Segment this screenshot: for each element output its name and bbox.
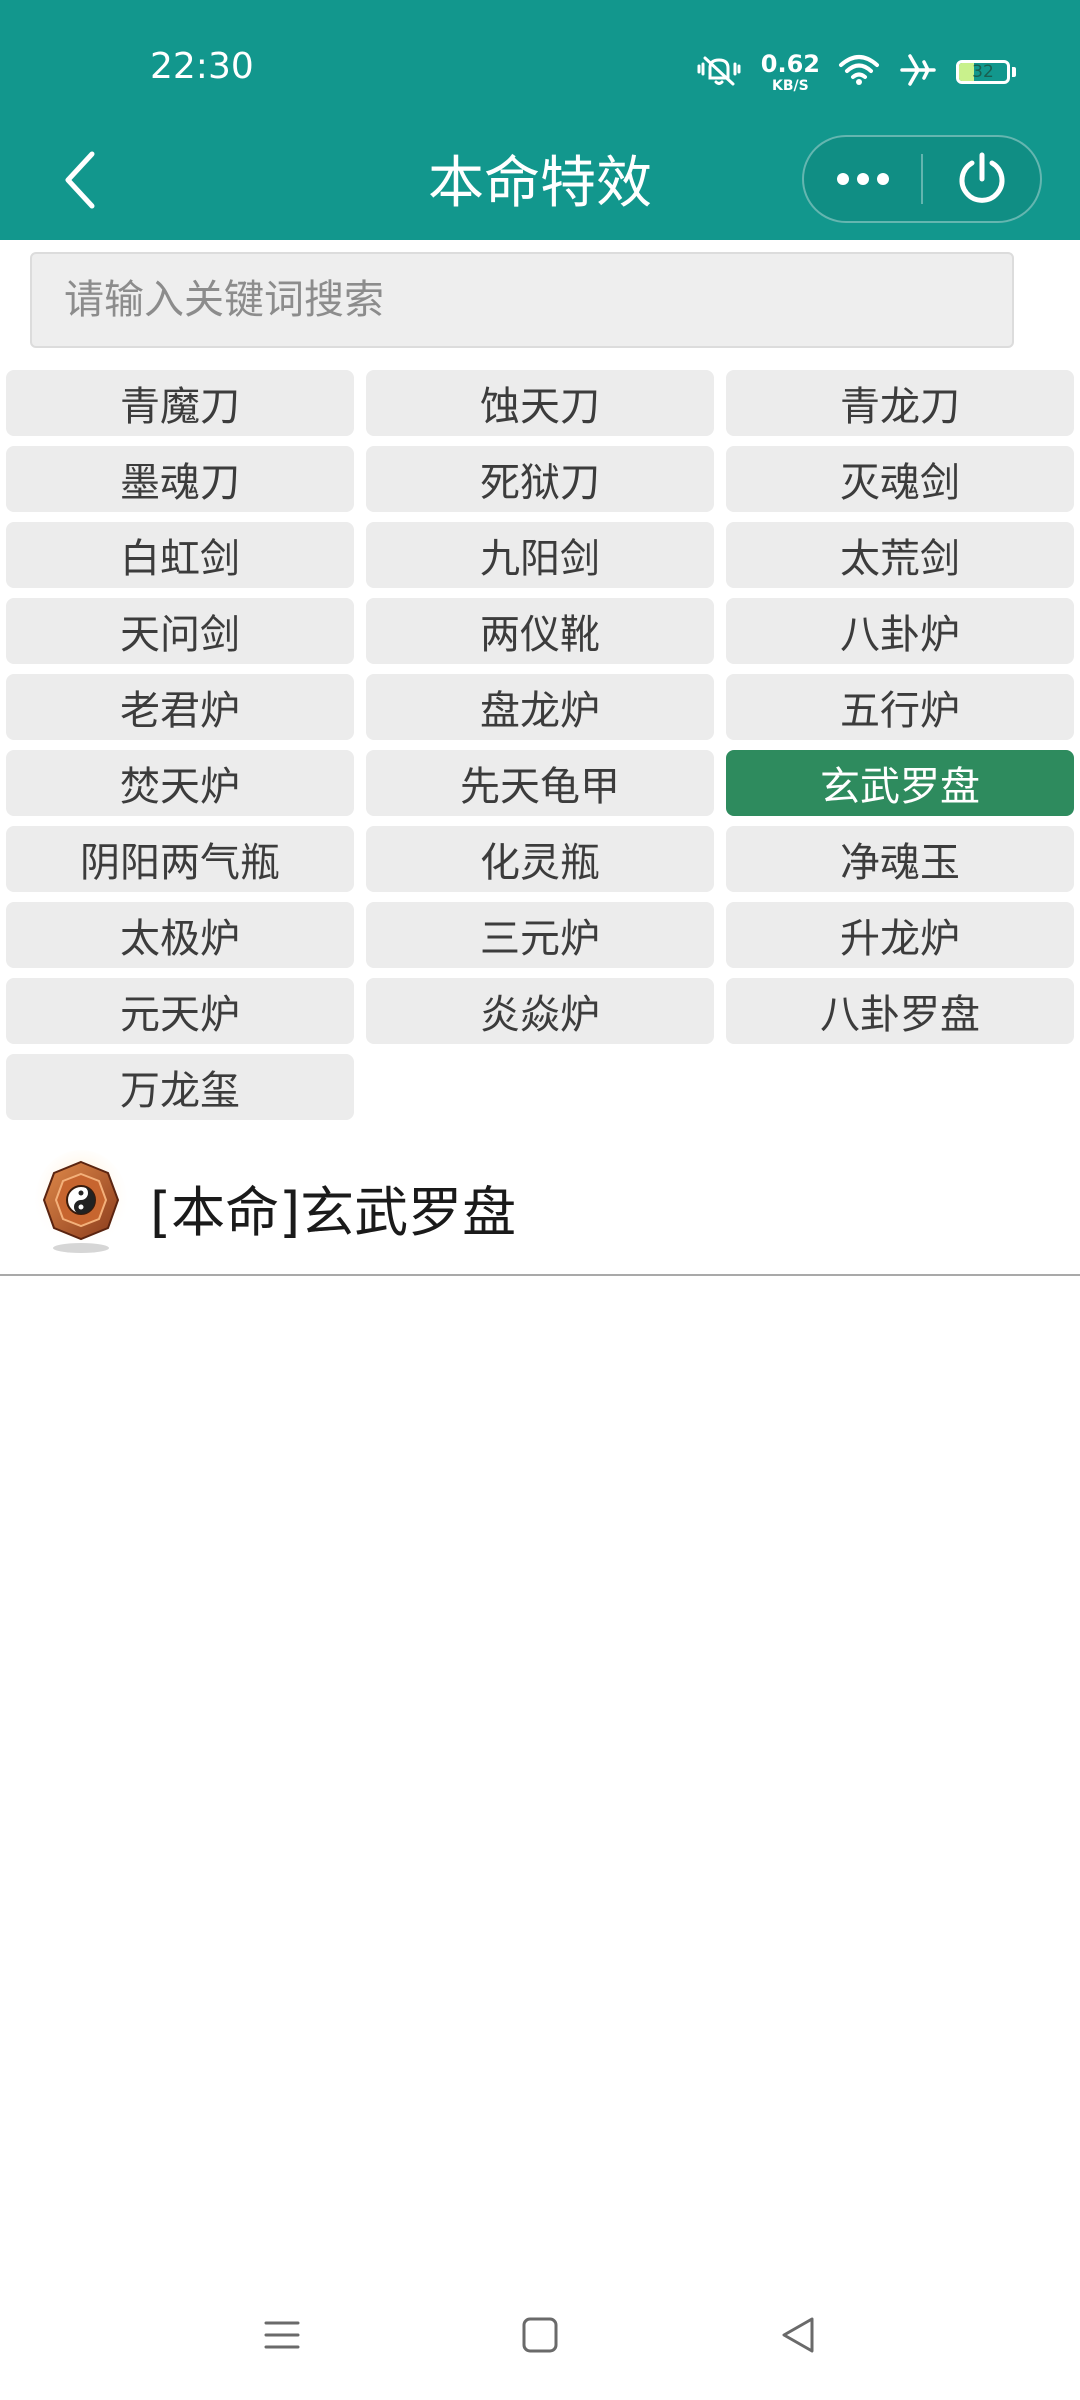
item-button[interactable]: 净魂玉	[726, 826, 1074, 892]
app-header: 22:30 0.62 KB/S 32 本命特效	[0, 0, 1080, 240]
net-speed-unit: KB/S	[772, 77, 809, 94]
mini-program-capsule	[802, 135, 1042, 223]
item-button[interactable]: 阴阳两气瓶	[6, 826, 354, 892]
mute-vibrate-icon	[695, 52, 743, 92]
battery-cap	[1012, 67, 1016, 77]
item-button[interactable]: 死狱刀	[366, 446, 714, 512]
item-button[interactable]: 灭魂剑	[726, 446, 1074, 512]
back-button[interactable]	[50, 140, 110, 220]
system-back-button[interactable]	[763, 2300, 833, 2370]
item-button[interactable]: 青龙刀	[726, 370, 1074, 436]
search-input[interactable]	[30, 252, 1014, 348]
status-time: 22:30	[150, 46, 254, 87]
home-icon	[522, 2317, 558, 2353]
back-icon	[782, 2317, 814, 2353]
net-speed-value: 0.62	[760, 49, 820, 78]
item-button[interactable]: 太极炉	[6, 902, 354, 968]
more-dots-icon	[836, 173, 889, 185]
item-button[interactable]: 墨魂刀	[6, 446, 354, 512]
item-button[interactable]: 三元炉	[366, 902, 714, 968]
item-button[interactable]: 万龙玺	[6, 1054, 354, 1120]
wifi-icon	[838, 53, 880, 91]
item-button[interactable]: 九阳剑	[366, 522, 714, 588]
item-button[interactable]: 天问剑	[6, 598, 354, 664]
item-button[interactable]: 老君炉	[6, 674, 354, 740]
item-button[interactable]: 蚀天刀	[366, 370, 714, 436]
chevron-left-icon	[65, 151, 95, 209]
compass-item-icon	[34, 1148, 128, 1258]
item-button[interactable]: 升龙炉	[726, 902, 1074, 968]
item-grid: 青魔刀 蚀天刀 青龙刀墨魂刀 死狱刀 灭魂剑白虹剑 九阳剑 太荒剑天问剑 两仪靴 八卦炉老君炉盘…	[6, 370, 1074, 1120]
net-speed: 0.62 KB/S	[761, 52, 820, 93]
battery-icon: 32	[956, 60, 1016, 84]
item-button[interactable]: 八卦罗盘	[726, 978, 1074, 1044]
result-row[interactable]: [本命]玄武罗盘	[0, 1140, 1080, 1276]
item-button[interactable]: 太荒剑	[726, 522, 1074, 588]
item-button[interactable]: 白虹剑	[6, 522, 354, 588]
item-button[interactable]: 元天炉	[6, 978, 354, 1044]
result-title: [本命]玄武罗盘	[150, 1181, 517, 1244]
item-button[interactable]: 两仪靴	[366, 598, 714, 664]
airplane-icon	[898, 52, 938, 92]
power-icon	[959, 152, 1004, 203]
item-button[interactable]: 青魔刀	[6, 370, 354, 436]
item-button[interactable]: 八卦炉	[726, 598, 1074, 664]
item-button[interactable]: 盘龙炉	[366, 674, 714, 740]
item-button[interactable]: 化灵瓶	[366, 826, 714, 892]
item-button[interactable]: 炎焱炉	[366, 978, 714, 1044]
item-button[interactable]: 焚天炉	[6, 750, 354, 816]
close-button[interactable]	[923, 137, 1040, 221]
item-button[interactable]: 玄武罗盘	[726, 750, 1074, 816]
more-button[interactable]	[804, 137, 921, 221]
system-nav-bar	[0, 2280, 1080, 2390]
item-button[interactable]: 五行炉	[726, 674, 1074, 740]
battery-body: 32	[956, 60, 1010, 84]
status-icons: 0.62 KB/S 32	[695, 48, 1016, 96]
menu-button[interactable]	[247, 2300, 317, 2370]
home-button[interactable]	[505, 2300, 575, 2370]
battery-level: 32	[972, 62, 994, 82]
item-button[interactable]: 先天龟甲	[366, 750, 714, 816]
menu-icon	[264, 2321, 300, 2349]
